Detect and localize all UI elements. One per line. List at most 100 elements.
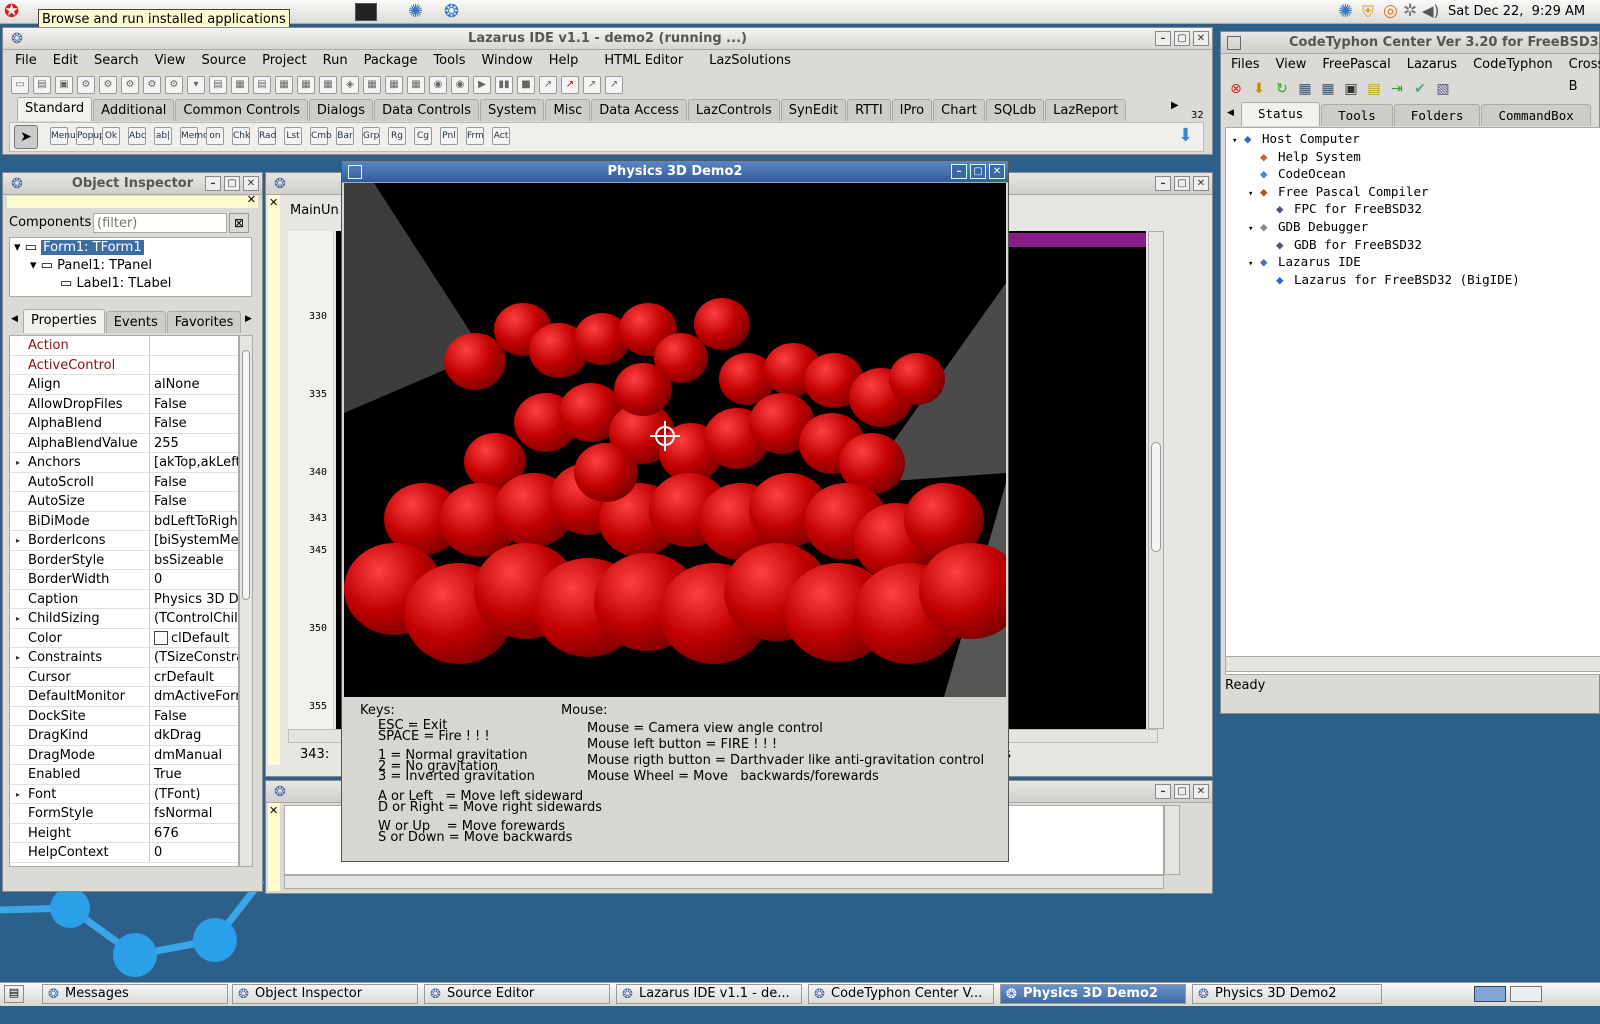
property-row-autosize[interactable]: AutoSize False bbox=[10, 492, 238, 512]
center-tab-tools[interactable]: Tools bbox=[1321, 104, 1393, 126]
speed-button-25[interactable]: ↗ bbox=[539, 76, 557, 94]
maximize-button[interactable]: ▢ bbox=[1174, 31, 1190, 46]
speed-button-16[interactable]: ◈ bbox=[341, 76, 359, 94]
menu-project[interactable]: Project bbox=[254, 50, 314, 72]
center-tool-button-4[interactable]: ▦ bbox=[1296, 80, 1314, 98]
speed-button-1[interactable]: ▭ bbox=[11, 76, 29, 94]
property-value[interactable]: crDefault bbox=[150, 668, 238, 687]
minimize-button[interactable]: – bbox=[951, 164, 967, 179]
center-tree-item-host-computer[interactable]: ▾ ◆ Host Computer bbox=[1226, 130, 1600, 148]
speed-button-8[interactable]: ⚙ bbox=[165, 76, 183, 94]
maximize-button[interactable]: ▢ bbox=[970, 164, 986, 179]
menu-tools[interactable]: Tools bbox=[425, 50, 473, 72]
inspector-tabs-scroll-right[interactable]: ▶ bbox=[245, 314, 252, 324]
speed-button-21[interactable]: ◉ bbox=[451, 76, 469, 94]
center-tab-status[interactable]: Status bbox=[1241, 102, 1321, 126]
selection-tool-button[interactable]: ➤ bbox=[14, 125, 38, 149]
expand-icon[interactable]: ▸ bbox=[10, 531, 26, 550]
speed-button-19[interactable]: ▦ bbox=[407, 76, 425, 94]
speed-button-28[interactable]: ↗ bbox=[605, 76, 623, 94]
center-tool-button-1[interactable]: ⊗ bbox=[1227, 80, 1245, 98]
property-value[interactable]: (TControlChild bbox=[150, 609, 238, 628]
property-value[interactable]: 676 bbox=[150, 824, 238, 843]
workspace-switcher[interactable] bbox=[1474, 986, 1506, 1002]
ide-titlebar[interactable]: ❂ Lazarus IDE v1.1 - demo2 (running ...)… bbox=[3, 28, 1212, 50]
property-row-enabled[interactable]: Enabled True bbox=[10, 765, 238, 785]
close-button[interactable]: ✕ bbox=[989, 164, 1005, 179]
speed-button-22[interactable]: ▶ bbox=[473, 76, 491, 94]
taskbar-item-source-editor[interactable]: ❂ Source Editor bbox=[424, 984, 610, 1004]
property-row-autoscroll[interactable]: AutoScroll False bbox=[10, 472, 238, 492]
property-row-action[interactable]: Action bbox=[10, 336, 238, 356]
center-titlebar[interactable]: CodeTyphon Center Ver 3.20 for FreeBSD32 bbox=[1221, 32, 1600, 54]
speed-button-3[interactable]: ▣ bbox=[55, 76, 73, 94]
palette-dock-icon[interactable]: ⬇ bbox=[1178, 125, 1193, 146]
speed-button-15[interactable]: ▦ bbox=[319, 76, 337, 94]
palette-component-cg-button[interactable]: Cg bbox=[414, 127, 432, 145]
maximize-button[interactable]: ▢ bbox=[1174, 784, 1190, 799]
speed-button-23[interactable]: ▮▮ bbox=[495, 76, 513, 94]
palette-tab-synedit[interactable]: SynEdit bbox=[780, 99, 847, 121]
property-value[interactable]: (TSizeConstra bbox=[150, 648, 238, 667]
scroll-thumb[interactable] bbox=[1151, 442, 1161, 552]
palette-tab-standard[interactable]: Standard bbox=[17, 97, 93, 121]
inspector-tab-favorites[interactable]: Favorites bbox=[166, 311, 242, 333]
minimize-button[interactable]: – bbox=[1155, 784, 1171, 799]
taskbar-item-codetyphon-center-v[interactable]: ❂ CodeTyphon Center V... bbox=[808, 984, 994, 1004]
menu-view[interactable]: View bbox=[147, 50, 194, 72]
tray-shield-icon[interactable]: ⛨ bbox=[1362, 2, 1374, 22]
palette-component-grp-button[interactable]: Grp bbox=[362, 127, 380, 145]
close-icon[interactable]: ✕ bbox=[247, 193, 256, 206]
center-tree-item-free-pascal-compiler[interactable]: ▾ ◆ Free Pascal Compiler bbox=[1226, 183, 1600, 201]
center-menu-codetyphon[interactable]: CodeTyphon bbox=[1465, 54, 1561, 98]
close-button[interactable]: ✕ bbox=[1193, 176, 1209, 191]
menu-source[interactable]: Source bbox=[193, 50, 254, 72]
menu-html-editor[interactable]: HTML Editor bbox=[596, 50, 691, 72]
tree-node-form1[interactable]: ▾ ▭ Form1: TForm1 bbox=[14, 240, 144, 255]
property-row-dragkind[interactable]: DragKind dkDrag bbox=[10, 726, 238, 746]
speed-button-2[interactable]: ▤ bbox=[33, 76, 51, 94]
speed-button-6[interactable]: ⚙ bbox=[121, 76, 139, 94]
palette-component-cmb-button[interactable]: Cmb bbox=[310, 127, 332, 145]
center-tool-button-8[interactable]: ⇥ bbox=[1388, 80, 1406, 98]
3d-viewport[interactable] bbox=[344, 183, 1006, 697]
expand-icon[interactable]: ▸ bbox=[10, 453, 26, 472]
property-row-bordericons[interactable]: ▸BorderIcons [biSystemMenu bbox=[10, 531, 238, 551]
property-row-alphablendvalue[interactable]: AlphaBlendValue 255 bbox=[10, 433, 238, 453]
expand-icon[interactable]: ▸ bbox=[10, 648, 26, 667]
speed-button-14[interactable]: ▦ bbox=[297, 76, 315, 94]
property-row-cursor[interactable]: Cursor crDefault bbox=[10, 667, 238, 687]
property-value[interactable]: False bbox=[150, 414, 238, 433]
palette-tab-additional[interactable]: Additional bbox=[93, 99, 175, 121]
speed-button-27[interactable]: ↗ bbox=[583, 76, 601, 94]
speed-button-24[interactable]: ■ bbox=[517, 76, 535, 94]
taskbar-item-physics-3d-demo2[interactable]: ❂ Physics 3D Demo2 bbox=[1000, 984, 1186, 1004]
inspector-tab-properties[interactable]: Properties bbox=[23, 309, 105, 333]
property-value[interactable]: (TFont) bbox=[150, 785, 238, 804]
minimize-button[interactable]: – bbox=[1155, 31, 1171, 46]
center-tree-item-fpc-for-freebsd32[interactable]: ◆ FPC for FreeBSD32 bbox=[1226, 200, 1600, 218]
center-tree-item-lazarus-ide[interactable]: ▾ ◆ Lazarus IDE bbox=[1226, 253, 1600, 271]
palette-component-on-button[interactable]: on bbox=[206, 127, 224, 145]
property-row-allowdropfiles[interactable]: AllowDropFiles False bbox=[10, 394, 238, 414]
expand-icon[interactable]: ▾ bbox=[1232, 133, 1244, 151]
property-row-docksite[interactable]: DockSite False bbox=[10, 706, 238, 726]
expand-icon[interactable]: ▾ bbox=[1248, 221, 1260, 239]
components-filter-input[interactable] bbox=[93, 213, 227, 233]
menu-window[interactable]: Window bbox=[473, 50, 540, 72]
center-tool-button-3[interactable]: ↻ bbox=[1273, 80, 1291, 98]
center-tree-item-codeocean[interactable]: ◆ CodeOcean bbox=[1226, 165, 1600, 183]
property-row-dragmode[interactable]: DragMode dmManual bbox=[10, 745, 238, 765]
expand-icon[interactable]: ▸ bbox=[10, 609, 26, 628]
property-value[interactable]: False bbox=[150, 707, 238, 726]
palette-component-ok-button[interactable]: Ok bbox=[102, 127, 120, 145]
speed-button-4[interactable]: ⚙ bbox=[77, 76, 95, 94]
menu-help[interactable]: Help bbox=[541, 50, 587, 72]
palette-tab-data-controls[interactable]: Data Controls bbox=[374, 99, 479, 121]
property-row-color[interactable]: Color clDefault bbox=[10, 628, 238, 648]
center-tab-folders[interactable]: Folders bbox=[1393, 104, 1481, 126]
close-icon[interactable]: ✕ bbox=[269, 196, 278, 209]
property-value[interactable] bbox=[150, 336, 238, 355]
property-value[interactable]: False bbox=[150, 492, 238, 511]
scroll-thumb[interactable] bbox=[242, 350, 250, 600]
